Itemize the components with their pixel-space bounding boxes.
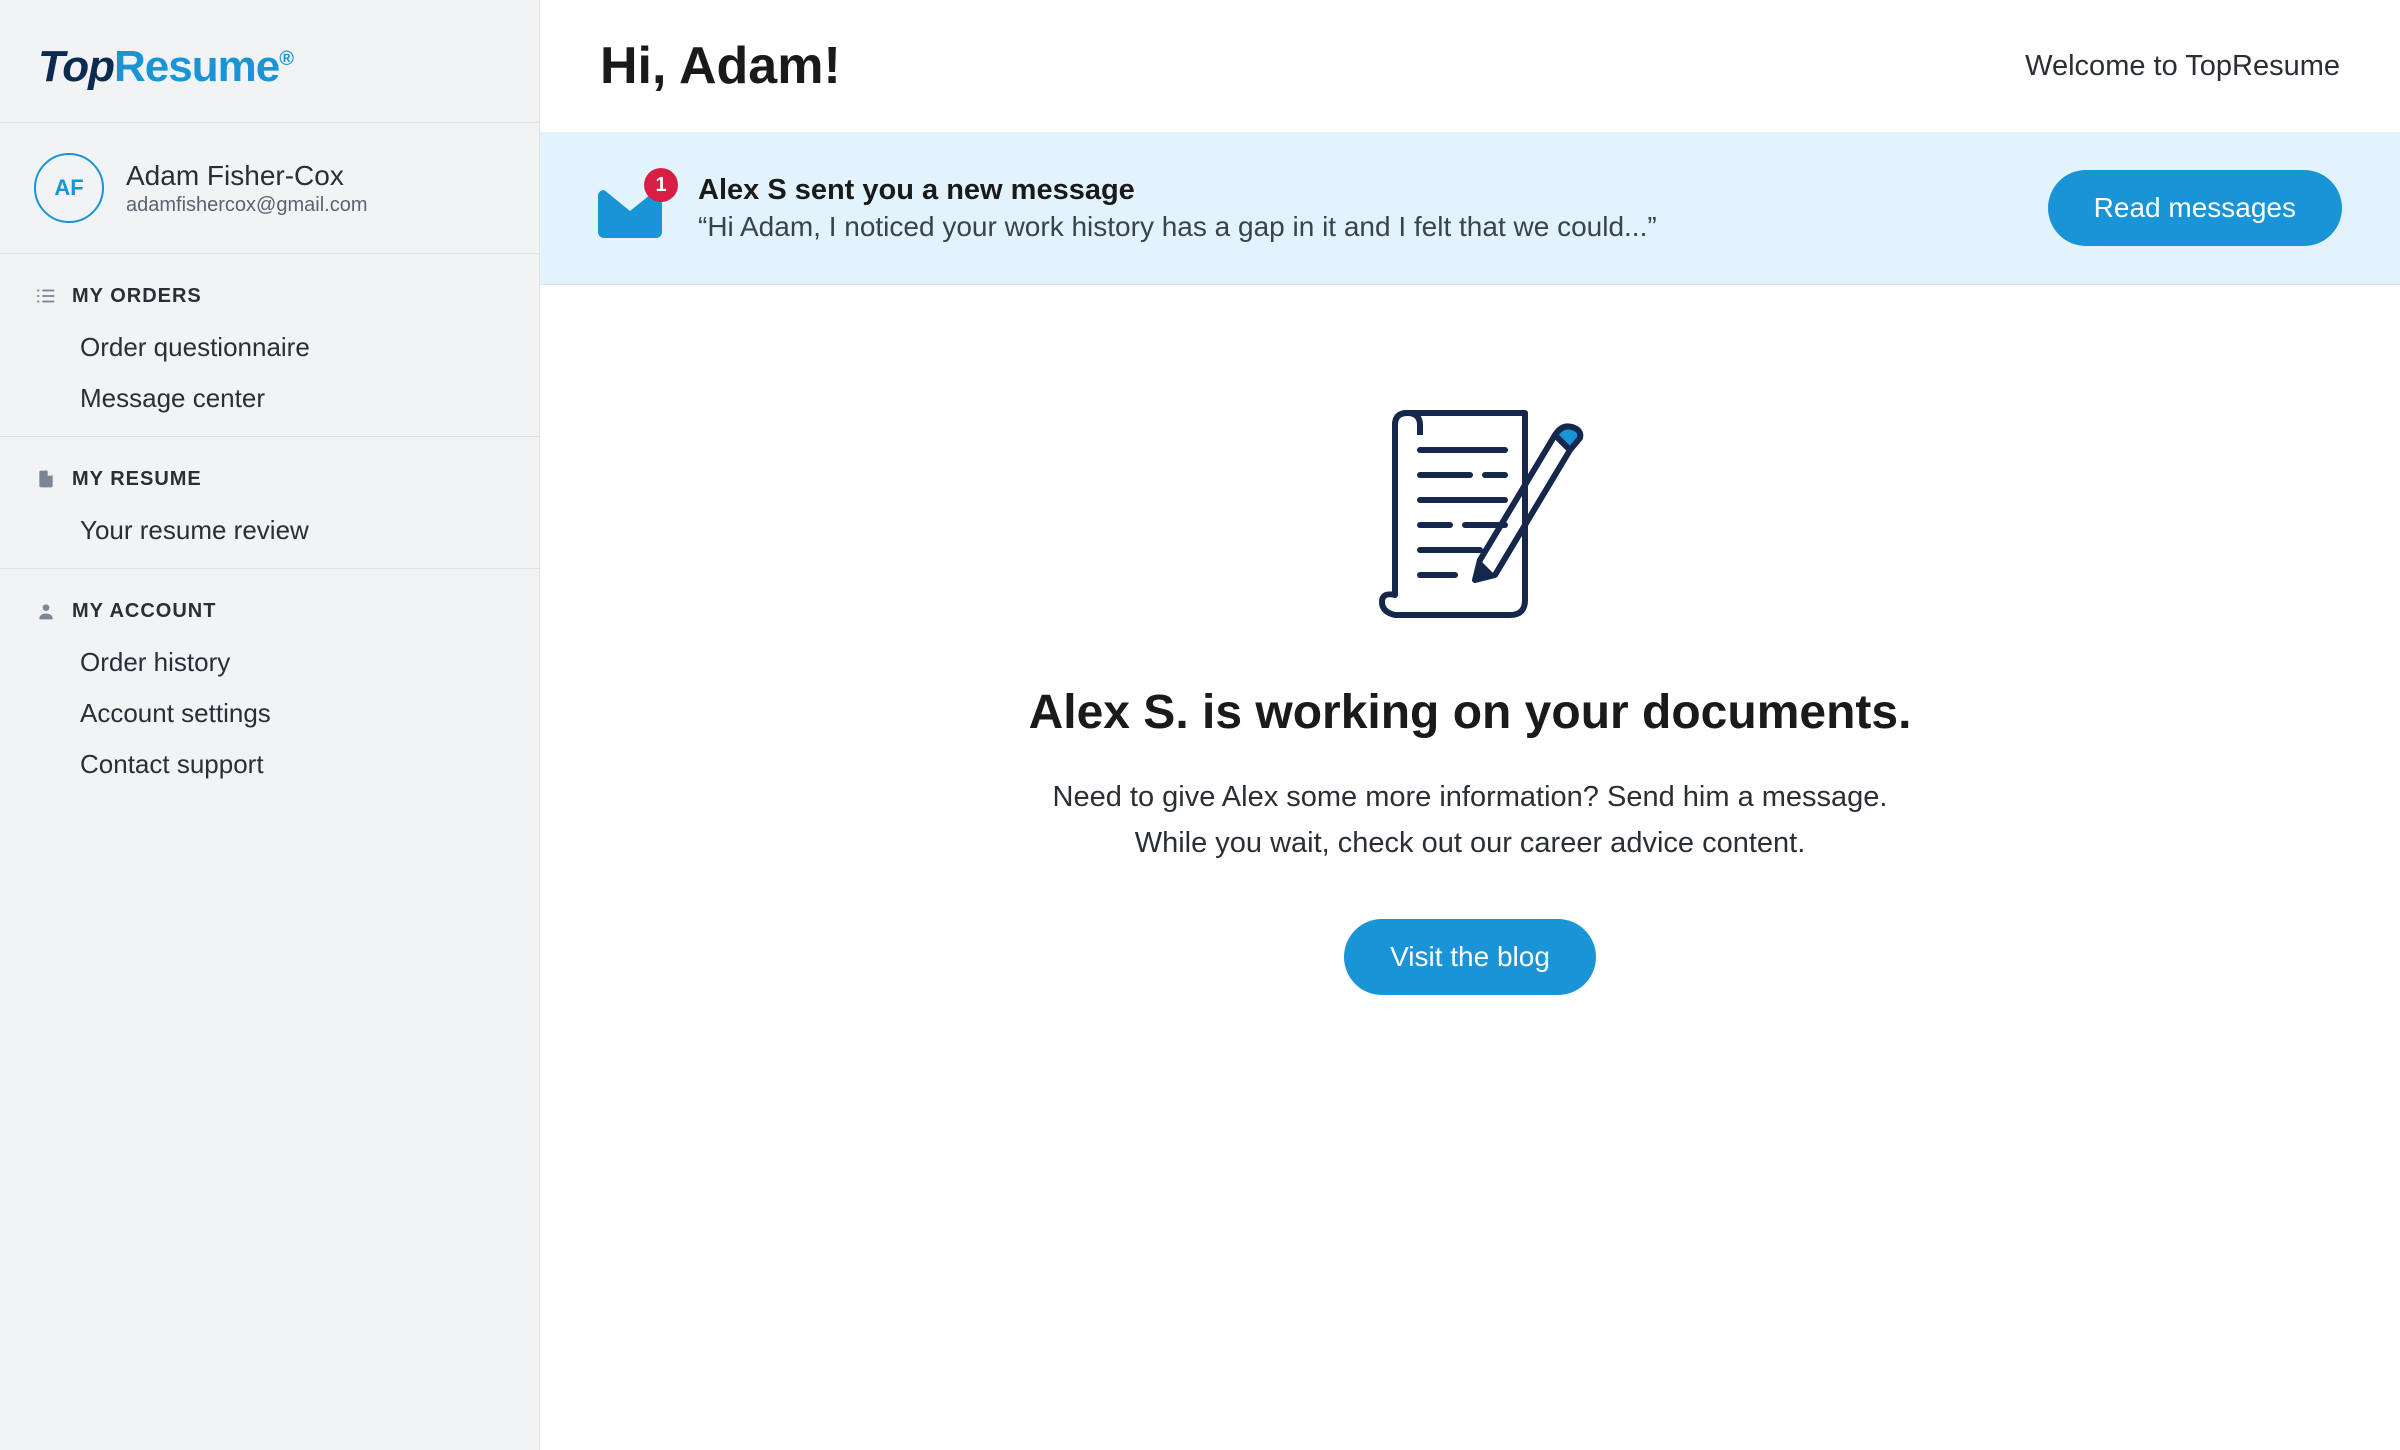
profile-name: Adam Fisher-Cox bbox=[126, 160, 368, 192]
empty-state-subtitle: Need to give Alex some more information?… bbox=[1053, 774, 1888, 867]
welcome-text: Welcome to TopResume bbox=[2025, 50, 2340, 83]
notification-banner: 1 Alex S sent you a new message “Hi Adam… bbox=[540, 132, 2400, 285]
banner-title: Alex S sent you a new message bbox=[698, 174, 2018, 207]
logo-container: TopResume® bbox=[0, 0, 539, 122]
brand-logo[interactable]: TopResume® bbox=[38, 42, 501, 92]
nav-head-orders: My Orders bbox=[0, 284, 539, 322]
visit-blog-button[interactable]: Visit the blog bbox=[1344, 919, 1596, 995]
document-icon bbox=[34, 467, 58, 491]
nav-item-message-center[interactable]: Message center bbox=[0, 373, 539, 424]
main-content: Hi, Adam! Welcome to TopResume 1 Alex S … bbox=[540, 0, 2400, 1450]
profile-text: Adam Fisher-Cox adamfishercox@gmail.com bbox=[126, 160, 368, 217]
nav-head-resume: My Resume bbox=[0, 467, 539, 505]
banner-text: Alex S sent you a new message “Hi Adam, … bbox=[698, 174, 2018, 243]
banner-preview: “Hi Adam, I noticed your work history ha… bbox=[698, 211, 2018, 243]
nav-item-account-settings[interactable]: Account settings bbox=[0, 688, 539, 739]
list-icon bbox=[34, 284, 58, 308]
logo-part2: Resume bbox=[114, 42, 279, 91]
greeting-title: Hi, Adam! bbox=[600, 36, 841, 96]
nav-head-orders-label: My Orders bbox=[72, 285, 202, 308]
empty-state: Alex S. is working on your documents. Ne… bbox=[540, 285, 2400, 1450]
avatar-initials: AF bbox=[54, 175, 83, 201]
page-header: Hi, Adam! Welcome to TopResume bbox=[540, 0, 2400, 132]
nav-head-account-label: My Account bbox=[72, 600, 216, 623]
logo-registered: ® bbox=[279, 48, 293, 70]
profile-email: adamfishercox@gmail.com bbox=[126, 194, 368, 217]
document-illustration bbox=[1340, 405, 1600, 635]
sidebar: TopResume® AF Adam Fisher-Cox adamfisher… bbox=[0, 0, 540, 1450]
user-icon bbox=[34, 599, 58, 623]
avatar: AF bbox=[34, 153, 104, 223]
nav-head-account: My Account bbox=[0, 599, 539, 637]
empty-state-title: Alex S. is working on your documents. bbox=[1029, 685, 1912, 740]
empty-line2: While you wait, check out our career adv… bbox=[1053, 820, 1888, 866]
empty-line1: Need to give Alex some more information?… bbox=[1053, 774, 1888, 820]
nav-section-resume: My Resume Your resume review bbox=[0, 437, 539, 569]
nav-item-order-questionnaire[interactable]: Order questionnaire bbox=[0, 322, 539, 373]
nav-section-orders: My Orders Order questionnaire Message ce… bbox=[0, 254, 539, 437]
logo-part1: Top bbox=[38, 42, 114, 91]
nav-head-resume-label: My Resume bbox=[72, 468, 202, 491]
notification-badge: 1 bbox=[644, 168, 678, 202]
read-messages-button[interactable]: Read messages bbox=[2048, 170, 2342, 246]
nav-item-resume-review[interactable]: Your resume review bbox=[0, 505, 539, 556]
nav-section-account: My Account Order history Account setting… bbox=[0, 569, 539, 802]
nav-item-contact-support[interactable]: Contact support bbox=[0, 739, 539, 790]
profile-block[interactable]: AF Adam Fisher-Cox adamfishercox@gmail.c… bbox=[0, 122, 539, 254]
envelope-icon: 1 bbox=[598, 178, 668, 238]
nav-item-order-history[interactable]: Order history bbox=[0, 637, 539, 688]
